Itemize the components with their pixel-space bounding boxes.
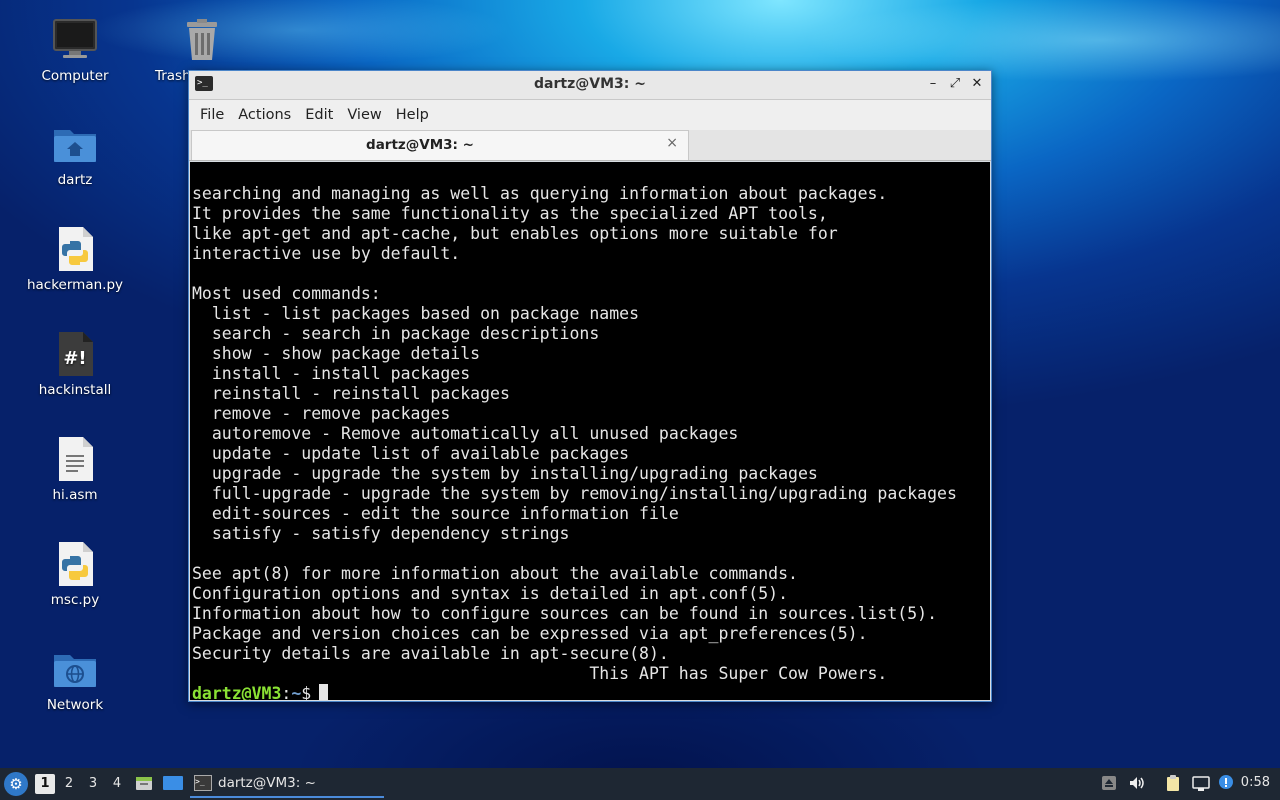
terminal-line: Most used commands: (192, 284, 381, 303)
terminal-line: satisfy - satisfy dependency strings (192, 524, 570, 543)
menubar: File Actions Edit View Help (189, 100, 991, 130)
network-icon[interactable] (1192, 774, 1210, 792)
file-manager-icon[interactable] (135, 774, 153, 792)
tab-label: dartz@VM3: ~ (366, 137, 474, 153)
workspace-2[interactable]: 2 (59, 774, 79, 794)
taskbar: ⚙ 1 2 3 4 >_ dartz@VM3: ~ 0:58 (0, 768, 1280, 800)
terminal-line: show - show package details (192, 344, 481, 363)
desktop-icon-hackinstall[interactable]: #! hackinstall (20, 330, 130, 398)
terminal-line: remove - remove packages (192, 404, 451, 423)
terminal-task-icon: >_ (194, 775, 212, 791)
terminal-lines: searching and managing as well as queryi… (192, 184, 990, 684)
menu-edit[interactable]: Edit (298, 107, 340, 123)
prompt-user-host: dartz@VM3 (192, 684, 282, 700)
trash-icon (178, 16, 226, 64)
terminal-line: See apt(8) for more information about th… (192, 564, 798, 583)
terminal-line: edit-sources - edit the source informati… (192, 504, 679, 523)
volume-icon[interactable] (1128, 774, 1146, 792)
desktop-icon-hi-asm[interactable]: hi.asm (20, 435, 130, 503)
desktop-icon-label: dartz (57, 172, 93, 188)
workspace-1[interactable]: 1 (35, 774, 55, 794)
desktop-icon-label: hackerman.py (26, 277, 124, 293)
menu-view[interactable]: View (340, 107, 388, 123)
terminal-line: Security details are available in apt-se… (192, 644, 669, 663)
script-file-icon: #! (51, 330, 99, 378)
terminal-line: This APT has Super Cow Powers. (192, 664, 888, 683)
terminal-line: interactive use by default. (192, 244, 461, 263)
text-cursor (319, 684, 329, 700)
desktop-icon-msc[interactable]: msc.py (20, 540, 130, 608)
minimize-button[interactable]: – (925, 75, 941, 93)
text-file-icon (51, 435, 99, 483)
clipboard-icon[interactable] (1164, 774, 1182, 792)
desktop-icon-hackerman[interactable]: hackerman.py (20, 225, 130, 293)
desktop-icon-dartz[interactable]: dartz (20, 120, 130, 188)
terminal-line: like apt-get and apt-cache, but enables … (192, 224, 838, 243)
desktop-icon-label: hackinstall (38, 382, 112, 398)
home-folder-icon (51, 120, 99, 168)
monitor-icon (51, 16, 99, 64)
tab-close-icon[interactable]: × (666, 135, 678, 151)
terminal-line: full-upgrade - upgrade the system by rem… (192, 484, 957, 503)
terminal-line: searching and managing as well as queryi… (192, 184, 888, 203)
start-menu-icon[interactable]: ⚙ (4, 772, 28, 796)
terminal-line: search - search in package descriptions (192, 324, 600, 343)
prompt-symbol: $ (301, 684, 312, 700)
window-title: dartz@VM3: ~ (534, 76, 646, 92)
network-folder-icon (51, 645, 99, 693)
desktop-icon-label: msc.py (50, 592, 100, 608)
desktop-icon-label: hi.asm (52, 487, 98, 503)
terminal-line: Information about how to configure sourc… (192, 604, 938, 623)
prompt-line: dartz@VM3:~$ (192, 684, 990, 700)
workspace-3[interactable]: 3 (83, 774, 103, 794)
desktop-icon-computer[interactable]: Computer (20, 16, 130, 84)
clock: 0:58 (1240, 775, 1270, 790)
maximize-button[interactable]: ⤢ (947, 75, 963, 93)
terminal-line: autoremove - Remove automatically all un… (192, 424, 739, 443)
desktop-icon-network[interactable]: Network (20, 645, 130, 713)
taskbar-item-label: dartz@VM3: ~ (218, 775, 316, 791)
workspace-4[interactable]: 4 (107, 774, 127, 794)
eject-icon[interactable] (1100, 774, 1118, 792)
close-button[interactable]: ✕ (969, 75, 985, 93)
menu-help[interactable]: Help (389, 107, 436, 123)
desktop-icon-label: Network (46, 697, 104, 713)
tab-terminal[interactable]: dartz@VM3: ~ × (191, 130, 689, 160)
notification-icon[interactable] (1218, 774, 1236, 792)
terminal-line: update - update list of available packag… (192, 444, 630, 463)
python-file-icon (51, 225, 99, 273)
terminal-line: It provides the same functionality as th… (192, 204, 828, 223)
prompt-separator: : (281, 684, 292, 700)
show-desktop-icon[interactable] (162, 774, 184, 792)
terminal-line: list - list packages based on package na… (192, 304, 640, 323)
terminal-window[interactable]: >_ dartz@VM3: ~ – ⤢ ✕ File Actions Edit … (188, 70, 992, 702)
python-file-icon (51, 540, 99, 588)
terminal-line: reinstall - reinstall packages (192, 384, 510, 403)
prompt-path: ~ (291, 684, 302, 700)
menu-file[interactable]: File (193, 107, 231, 123)
window-titlebar[interactable]: >_ dartz@VM3: ~ – ⤢ ✕ (189, 71, 991, 100)
svg-text:#!: #! (63, 348, 86, 369)
desktop-icon-label: Computer (41, 68, 109, 84)
menu-actions[interactable]: Actions (231, 107, 298, 123)
terminal-line: install - install packages (192, 364, 471, 383)
terminal-output[interactable]: searching and managing as well as queryi… (190, 162, 990, 700)
tab-bar: dartz@VM3: ~ × (189, 130, 991, 161)
terminal-line: Package and version choices can be expre… (192, 624, 868, 643)
taskbar-item-terminal[interactable]: >_ dartz@VM3: ~ (190, 770, 384, 798)
terminal-line: Configuration options and syntax is deta… (192, 584, 789, 603)
terminal-line: upgrade - upgrade the system by installi… (192, 464, 818, 483)
